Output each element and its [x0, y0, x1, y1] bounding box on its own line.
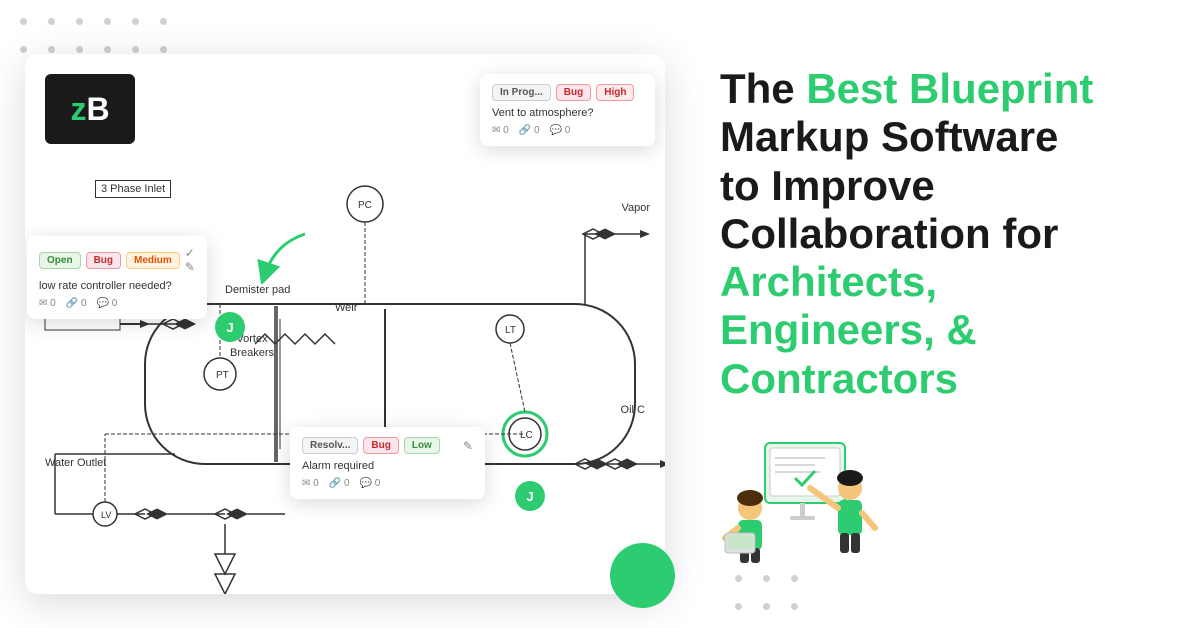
- meta-comment: 💬 0: [550, 125, 571, 136]
- green-arrow: [255, 224, 315, 284]
- tag-bug-mid: Bug: [86, 252, 121, 269]
- blueprint-card: zB PT PC: [25, 54, 665, 594]
- headline-collaboration: Collaboration for: [720, 210, 1058, 257]
- svg-text:LT: LT: [505, 325, 516, 336]
- edit-icon[interactable]: ✓ ✎: [185, 246, 195, 274]
- vapor-label: Vapor: [621, 202, 650, 214]
- alarm-tooltip-meta: ✉ 0 🔗 0 💬 0: [302, 478, 473, 489]
- oil-outlet-label: Oil C: [621, 404, 645, 416]
- meta-attach-bot: 🔗 0: [329, 478, 350, 489]
- logo-icon: zB: [70, 91, 109, 128]
- meta-email-bot: ✉ 0: [302, 478, 319, 489]
- svg-text:PC: PC: [358, 200, 372, 211]
- lowrate-tooltip-meta: ✉ 0 🔗 0 💬 0: [39, 298, 195, 309]
- headline-to-improve: to Improve: [720, 162, 935, 209]
- left-panel: zB PT PC: [0, 0, 690, 628]
- svg-text:LV: LV: [101, 510, 111, 520]
- logo-area: zB: [45, 74, 135, 144]
- blueprint-diagram: PT PC LT LC: [25, 144, 665, 594]
- green-semicircle: [610, 543, 675, 608]
- vent-tooltip-tags: In Prog... Bug High: [492, 84, 643, 101]
- right-panel: The Best Blueprint Markup Software to Im…: [690, 0, 1200, 628]
- tag-bug-top: Bug: [556, 84, 591, 101]
- meta-comment-mid: 💬 0: [97, 298, 118, 309]
- alarm-tooltip-text: Alarm required: [302, 460, 473, 472]
- lowrate-tooltip-tags: Open Bug Medium ✓ ✎: [39, 246, 195, 274]
- lowrate-tooltip-card[interactable]: Open Bug Medium ✓ ✎ low rate controller …: [27, 236, 207, 319]
- water-outlet-label: Water Outlet: [45, 457, 106, 469]
- meta-comment-bot: 💬 0: [360, 478, 381, 489]
- meta-email: ✉ 0: [492, 125, 509, 136]
- demister-label: Demister pad: [225, 284, 290, 296]
- headline-engineers: Engineers, &: [720, 306, 977, 353]
- vent-tooltip-card[interactable]: In Prog... Bug High Vent to atmosphere? …: [480, 74, 655, 146]
- inlet-label: 3 Phase Inlet: [95, 180, 171, 198]
- headline-markup-software: Markup Software: [720, 113, 1058, 160]
- tag-bug-bot: Bug: [363, 437, 398, 454]
- collaboration-illustration: [720, 433, 880, 563]
- headline-the: The: [720, 65, 806, 112]
- headline-architects: Architects,: [720, 258, 937, 305]
- alarm-tooltip-card[interactable]: Resolv... Bug Low ✎ Alarm required ✉ 0 🔗…: [290, 427, 485, 499]
- tag-inprog: In Prog...: [492, 84, 551, 101]
- headline-best-blueprint: Best Blueprint: [806, 65, 1093, 112]
- tag-high: High: [596, 84, 634, 101]
- avatar-j-bot: J: [515, 481, 545, 511]
- logo-z: z: [70, 91, 86, 127]
- tag-low: Low: [404, 437, 440, 454]
- alarm-tooltip-tags: Resolv... Bug Low ✎: [302, 437, 473, 454]
- lowrate-tooltip-text: low rate controller needed?: [39, 280, 195, 292]
- tag-open: Open: [39, 252, 81, 269]
- meta-attach: 🔗 0: [519, 125, 540, 136]
- tag-medium: Medium: [126, 252, 180, 269]
- avatar-j-mid: J: [215, 312, 245, 342]
- svg-text:LC: LC: [520, 430, 533, 441]
- headline-contractors: Contractors: [720, 355, 958, 402]
- meta-attach-mid: 🔗 0: [66, 298, 87, 309]
- edit-icon-bot[interactable]: ✎: [463, 439, 473, 453]
- headline: The Best Blueprint Markup Software to Im…: [720, 65, 1093, 403]
- vent-tooltip-meta: ✉ 0 🔗 0 💬 0: [492, 125, 643, 136]
- vent-tooltip-text: Vent to atmosphere?: [492, 107, 643, 119]
- meta-email-mid: ✉ 0: [39, 298, 56, 309]
- weir-label: Weir: [335, 302, 357, 314]
- logo-b: B: [86, 91, 109, 127]
- tag-resolv: Resolv...: [302, 437, 358, 454]
- svg-text:PT: PT: [216, 370, 229, 381]
